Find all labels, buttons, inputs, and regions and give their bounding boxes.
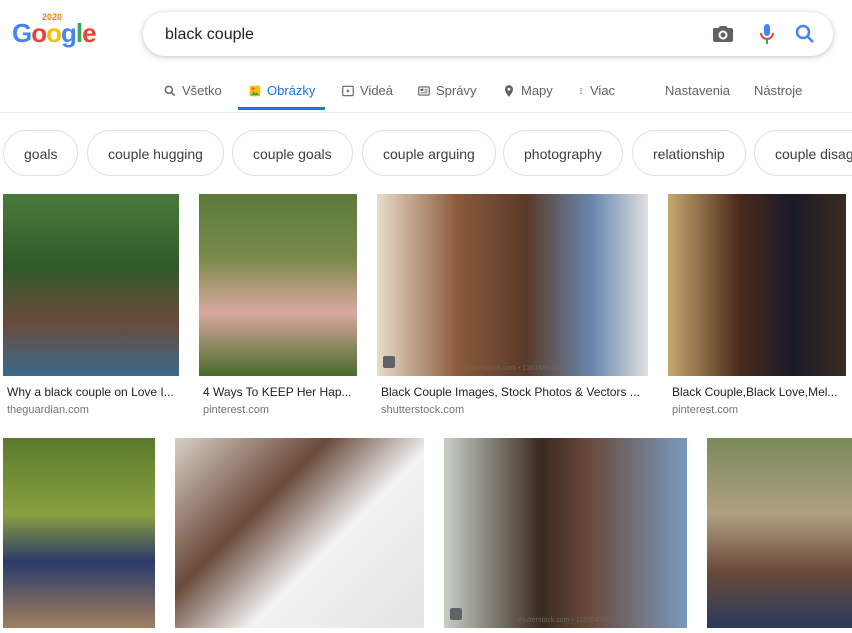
- chip-relationship[interactable]: relationship: [632, 130, 746, 176]
- image-result[interactable]: [175, 438, 424, 628]
- chip-couple-hugging[interactable]: couple hugging: [87, 130, 224, 176]
- image-icon: [249, 85, 261, 97]
- microphone-icon[interactable]: [755, 22, 779, 46]
- result-source[interactable]: theguardian.com: [7, 404, 89, 416]
- search-input[interactable]: [163, 22, 687, 48]
- tab-label: Správy: [436, 83, 477, 98]
- chip-couple-goals[interactable]: couple goals: [232, 130, 353, 176]
- result-thumbnail[interactable]: [3, 438, 155, 628]
- result-thumbnail[interactable]: [199, 194, 357, 376]
- camera-icon[interactable]: [711, 22, 735, 46]
- tab-news[interactable]: Správy: [417, 72, 476, 110]
- search-icon[interactable]: [793, 22, 817, 46]
- tab-label: Nástroje: [754, 83, 803, 98]
- image-result[interactable]: [3, 438, 155, 628]
- image-result[interactable]: shutterstock.com • 1180647805: [444, 438, 687, 628]
- tab-maps[interactable]: Mapy: [502, 72, 553, 110]
- search-tabs: Všetko Obrázky Videá Správy Mapy Viac Na…: [0, 72, 852, 113]
- watermark-text: shutterstock.com • 1361685944: [463, 365, 562, 372]
- result-thumbnail[interactable]: [668, 194, 846, 376]
- chip-goals[interactable]: goals: [3, 130, 79, 176]
- tab-label: Nastavenia: [665, 83, 731, 98]
- image-result[interactable]: shutterstock.com • 1361685944 Black Coup…: [377, 194, 648, 419]
- result-source[interactable]: pinterest.com: [203, 404, 269, 416]
- video-icon: [342, 85, 354, 97]
- tab-label: Videá: [360, 83, 394, 98]
- search-box: [143, 12, 833, 56]
- image-result[interactable]: Why a black couple on Love I... theguard…: [3, 194, 179, 419]
- tab-label: Obrázky: [267, 83, 316, 98]
- result-thumbnail[interactable]: shutterstock.com • 1361685944: [377, 194, 648, 376]
- result-source[interactable]: pinterest.com: [672, 404, 738, 416]
- tab-images[interactable]: Obrázky: [238, 72, 326, 110]
- image-result[interactable]: Black Couple,Black Love,Mel... pinterest…: [668, 194, 846, 419]
- tab-tools[interactable]: Nástroje: [754, 72, 802, 110]
- tab-videos[interactable]: Videá: [341, 72, 393, 110]
- result-thumbnail[interactable]: shutterstock.com • 1180647805: [444, 438, 687, 628]
- tab-more[interactable]: Viac: [577, 72, 615, 110]
- google-doodle-logo[interactable]: Google 2020: [12, 12, 97, 49]
- chip-couple-arguing[interactable]: couple arguing: [362, 130, 496, 176]
- doodle-year: 2020: [42, 12, 63, 22]
- result-caption[interactable]: 4 Ways To KEEP Her Hap...: [203, 385, 357, 399]
- more-vert-icon: [580, 88, 582, 94]
- chip-couple-disagree[interactable]: couple disag: [754, 130, 852, 176]
- result-caption[interactable]: Black Couple Images, Stock Photos & Vect…: [381, 385, 648, 399]
- tab-label: Viac: [590, 83, 616, 98]
- tab-label: Mapy: [521, 83, 553, 98]
- result-thumbnail[interactable]: [707, 438, 852, 628]
- result-caption[interactable]: Black Couple,Black Love,Mel...: [672, 385, 846, 399]
- tab-settings[interactable]: Nastavenia: [665, 72, 730, 110]
- result-thumbnail[interactable]: [175, 438, 424, 628]
- tab-label: Všetko: [182, 83, 222, 98]
- news-icon: [418, 86, 430, 96]
- image-result[interactable]: 4 Ways To KEEP Her Hap... pinterest.com: [199, 194, 357, 419]
- watermark-text: shutterstock.com • 1180647805: [516, 617, 615, 624]
- result-thumbnail[interactable]: [3, 194, 179, 376]
- result-source[interactable]: shutterstock.com: [381, 404, 464, 416]
- map-pin-icon: [504, 85, 514, 97]
- tab-all[interactable]: Všetko: [163, 72, 222, 110]
- result-caption[interactable]: Why a black couple on Love I...: [7, 385, 179, 399]
- chip-photography[interactable]: photography: [503, 130, 623, 176]
- image-result[interactable]: [707, 438, 852, 628]
- related-search-chips: goals couple hugging couple goals couple…: [0, 130, 852, 178]
- search-icon: [164, 85, 176, 97]
